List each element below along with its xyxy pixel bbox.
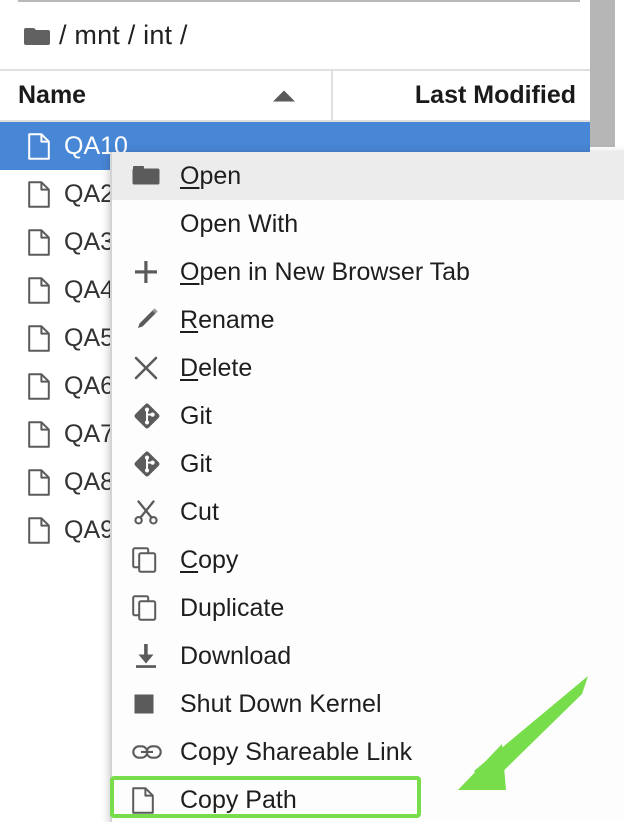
column-header-name-label: Name	[18, 81, 87, 109]
scissors-icon	[132, 497, 166, 527]
context-menu-item-delete[interactable]: Delete	[112, 344, 624, 392]
context-menu-item-label: Cut	[180, 497, 219, 526]
file-icon	[28, 516, 50, 544]
breadcrumb[interactable]: / mnt / int /	[0, 2, 590, 69]
scrollbar-gutter	[615, 0, 624, 147]
none	[132, 209, 166, 239]
download-icon	[132, 641, 166, 671]
caret-up-icon[interactable]	[273, 90, 295, 101]
breadcrumb-path[interactable]: / mnt / int /	[59, 20, 188, 51]
context-menu-item-label: Download	[180, 641, 292, 670]
file-icon	[132, 785, 166, 815]
context-menu-item-rename[interactable]: Rename	[112, 296, 624, 344]
context-menu-item-label: Open With	[180, 209, 299, 238]
context-menu: Open Open With Open in New Browser Tab Rena…	[110, 152, 624, 822]
file-name-label: QA7	[64, 419, 115, 448]
context-menu-item-shut-down-kernel[interactable]: Shut Down Kernel	[112, 680, 624, 728]
context-menu-item-git[interactable]: Git	[112, 392, 624, 440]
file-name-label: QA4	[64, 275, 115, 304]
context-menu-item-label: Git	[180, 401, 212, 430]
context-menu-item-open[interactable]: Open	[112, 152, 624, 200]
folder-icon	[24, 26, 50, 45]
column-header-last-modified[interactable]: Last Modified	[333, 71, 590, 120]
file-name-label: QA3	[64, 227, 115, 256]
plus-icon	[132, 257, 166, 287]
file-icon	[28, 276, 50, 304]
copy-icon	[132, 593, 166, 623]
context-menu-item-label: Git	[180, 449, 212, 478]
file-icon	[28, 468, 50, 496]
context-menu-item-copy-path[interactable]: Copy Path	[112, 776, 624, 822]
git-icon	[132, 401, 166, 431]
file-name-label: QA2	[64, 179, 115, 208]
link-icon	[132, 737, 166, 767]
file-name-label: QA5	[64, 323, 115, 352]
vertical-scrollbar[interactable]	[590, 0, 615, 147]
context-menu-item-label: Duplicate	[180, 593, 285, 622]
column-header-row: Name Last Modified	[0, 69, 590, 122]
file-name-label: QA9	[64, 515, 115, 544]
column-header-name[interactable]: Name	[0, 71, 333, 120]
file-name-label: QA8	[64, 467, 115, 496]
context-menu-item-download[interactable]: Download	[112, 632, 624, 680]
context-menu-item-copy-shareable-link[interactable]: Copy Shareable Link	[112, 728, 624, 776]
context-menu-item-label: Copy Shareable Link	[180, 737, 413, 766]
pencil-icon	[132, 305, 166, 335]
file-browser-window: / mnt / int / Name Last Modified QA10 QA2…	[0, 0, 624, 822]
file-icon	[28, 324, 50, 352]
context-menu-item-cut[interactable]: Cut	[112, 488, 624, 536]
column-header-last-modified-label: Last Modified	[414, 81, 576, 109]
context-menu-item-label: Open in New Browser Tab	[180, 257, 470, 286]
context-menu-item-open-in-new-browser-tab[interactable]: Open in New Browser Tab	[112, 248, 624, 296]
context-menu-item-label: Open	[180, 161, 242, 190]
context-menu-item-label: Copy Path	[180, 785, 297, 814]
context-menu-item-open-with[interactable]: Open With	[112, 200, 624, 248]
file-icon	[28, 228, 50, 256]
file-icon	[28, 132, 50, 160]
file-icon	[28, 180, 50, 208]
file-name-label: QA6	[64, 371, 115, 400]
context-menu-item-label: Copy	[180, 545, 239, 574]
file-icon	[28, 372, 50, 400]
context-menu-item-git[interactable]: Git	[112, 440, 624, 488]
context-menu-item-label: Shut Down Kernel	[180, 689, 382, 718]
context-menu-item-label: Delete	[180, 353, 253, 382]
copy-icon	[132, 545, 166, 575]
git-icon	[132, 449, 166, 479]
stop-square-icon	[132, 689, 166, 719]
context-menu-item-duplicate[interactable]: Duplicate	[112, 584, 624, 632]
context-menu-item-label: Rename	[180, 305, 275, 334]
file-icon	[28, 420, 50, 448]
folder-icon	[132, 161, 166, 191]
context-menu-item-copy[interactable]: Copy	[112, 536, 624, 584]
close-x-icon	[132, 353, 166, 383]
